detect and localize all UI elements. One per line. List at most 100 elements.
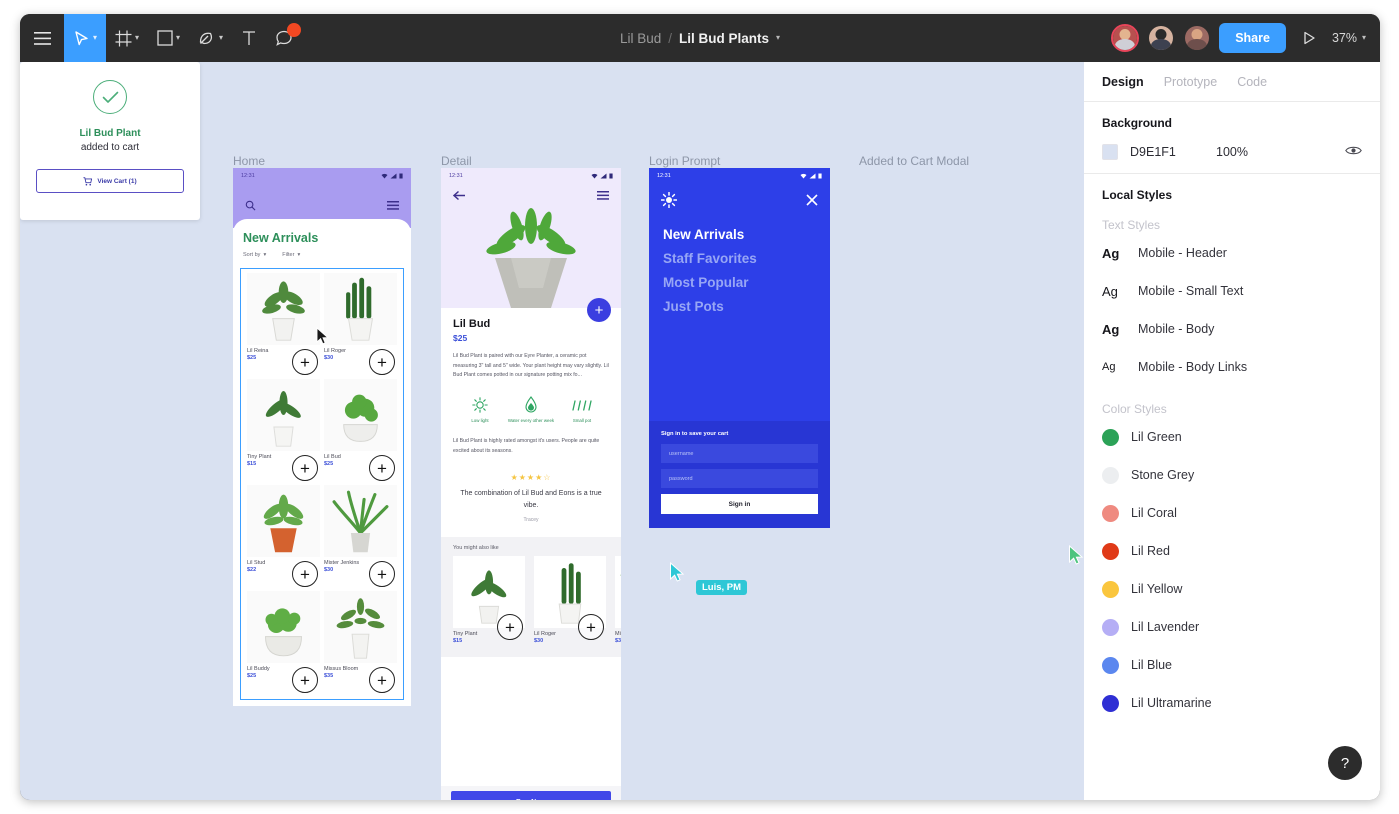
tab-prototype[interactable]: Prototype [1164, 75, 1218, 89]
related-product-card[interactable]: + Lil Roger $30 [534, 556, 606, 644]
sign-in-button[interactable]: Sign in [661, 494, 818, 514]
plant-illustration [343, 394, 378, 442]
product-card[interactable]: + Tiny Plant $15 [247, 379, 320, 485]
product-card[interactable]: + Mister Jenkins $30 [324, 485, 397, 591]
wifi-icon [381, 173, 388, 178]
detail-nav-row [441, 180, 621, 210]
menu-item-most-popular[interactable]: Most Popular [663, 275, 816, 290]
product-card[interactable]: + Lil Bud $25 [324, 379, 397, 485]
avatar-collaborator-1[interactable] [1111, 24, 1140, 52]
tab-code[interactable]: Code [1237, 75, 1267, 89]
text-style-mobile-body-links[interactable]: Ag Mobile - Body Links [1102, 348, 1362, 386]
sun-burst-logo-icon[interactable] [661, 192, 677, 208]
color-style-lil-blue[interactable]: Lil Blue [1102, 646, 1362, 684]
color-style-lil-red[interactable]: Lil Red [1102, 532, 1362, 570]
eye-icon[interactable] [1345, 143, 1362, 161]
color-style-label: Lil Yellow [1131, 582, 1183, 596]
color-style-label: Lil Lavender [1131, 620, 1200, 634]
home-filter-row: Sort by ▾ Filter ▾ [243, 252, 401, 258]
frame-added-to-cart-modal[interactable]: Lil Bud Plant added to cart View Cart (1… [20, 62, 200, 220]
add-to-cart-button[interactable]: + [292, 349, 318, 375]
add-to-cart-button[interactable]: + [292, 455, 318, 481]
menu-item-just-pots[interactable]: Just Pots [663, 299, 816, 314]
add-to-cart-button[interactable]: + [292, 667, 318, 693]
breadcrumb-project[interactable]: Lil Bud [620, 31, 661, 46]
color-style-lil-yellow[interactable]: Lil Yellow [1102, 570, 1362, 608]
tab-design[interactable]: Design [1102, 75, 1144, 89]
move-tool-button[interactable]: ▾ [64, 14, 107, 62]
text-style-mobile-body[interactable]: Ag Mobile - Body [1102, 310, 1362, 348]
frame-home[interactable]: 12:31 New Arrivals Sort by ▾ Filter ▾ + … [233, 168, 411, 706]
color-style-lil-coral[interactable]: Lil Coral [1102, 494, 1362, 532]
color-swatch [1102, 428, 1119, 446]
color-style-lil-lavender[interactable]: Lil Lavender [1102, 608, 1362, 646]
product-card[interactable]: + Lil Buddy $25 [247, 591, 320, 697]
arrow-left-icon[interactable] [453, 190, 466, 201]
breadcrumb-file[interactable]: Lil Bud Plants [679, 31, 769, 46]
username-input[interactable]: username [661, 444, 818, 463]
product-card[interactable]: + Missus Bloom $35 [324, 591, 397, 697]
frame-label-home[interactable]: Home [233, 154, 265, 168]
add-to-cart-button[interactable]: + [369, 561, 395, 587]
close-x-icon[interactable] [806, 194, 818, 206]
menu-item-new-arrivals[interactable]: New Arrivals [663, 227, 816, 242]
plant-illustration [332, 490, 389, 553]
add-to-cart-button[interactable]: + [292, 561, 318, 587]
background-heading: Background [1102, 116, 1173, 130]
hamburger-menu-icon[interactable] [597, 190, 609, 200]
main-menu-button[interactable] [20, 14, 64, 62]
color-style-lil-ultramarine[interactable]: Lil Ultramarine [1102, 684, 1362, 722]
feature-item: Small pot [557, 395, 607, 425]
password-input[interactable]: password [661, 469, 818, 488]
frame-detail[interactable]: 12:31 + Lil Bud $25 Lil Bud Plant is pai… [441, 168, 621, 800]
square-icon [157, 30, 173, 46]
chevron-down-icon: ▾ [263, 252, 267, 258]
background-hex-value[interactable]: D9E1F1 [1130, 145, 1216, 159]
frame-label-added-to-cart-modal[interactable]: Added to Cart Modal [859, 154, 969, 168]
chevron-down-icon[interactable]: ▾ [776, 34, 780, 42]
product-card[interactable]: + Lil Roger $30 [324, 273, 397, 379]
view-cart-button[interactable]: View Cart (1) [36, 169, 184, 193]
add-to-cart-button[interactable]: + [369, 455, 395, 481]
status-time: 12:31 [449, 172, 463, 179]
add-to-cart-button[interactable]: + [369, 667, 395, 693]
pen-tool-button[interactable]: ▾ [189, 14, 232, 62]
related-product-card[interactable]: + Mister Jenkins $30 [615, 556, 621, 644]
shape-tool-button[interactable]: ▾ [148, 14, 189, 62]
text-style-mobile-small-text[interactable]: Ag Mobile - Small Text [1102, 272, 1362, 310]
frame-tool-button[interactable]: ▾ [106, 14, 148, 62]
zoom-control[interactable]: 37% ▾ [1332, 31, 1370, 45]
frame-login-prompt[interactable]: 12:31 New Arrivals Staff Favorites Most … [649, 168, 830, 528]
detail-body: Lil Bud $25 Lil Bud Plant is paired with… [441, 308, 621, 523]
color-style-label: Lil Coral [1131, 506, 1177, 520]
shopping-cart-icon [83, 176, 93, 186]
related-product-card[interactable]: + Tiny Plant $15 [453, 556, 525, 644]
search-icon[interactable] [245, 200, 256, 211]
background-color-swatch[interactable] [1102, 144, 1118, 160]
text-styles-heading: Text Styles [1102, 218, 1161, 232]
avatar-collaborator-3[interactable] [1183, 24, 1212, 52]
hamburger-menu-icon[interactable] [387, 201, 399, 210]
product-card[interactable]: + Lil Stud $22 [247, 485, 320, 591]
frame-label-login-prompt[interactable]: Login Prompt [649, 154, 720, 168]
present-button[interactable] [1294, 31, 1324, 45]
add-to-cart-button[interactable]: + [369, 349, 395, 375]
text-style-label: Mobile - Header [1138, 246, 1227, 260]
comment-tool-button[interactable] [266, 14, 303, 62]
filter-dropdown[interactable]: Filter ▾ [282, 252, 300, 258]
menu-item-staff-favorites[interactable]: Staff Favorites [663, 251, 816, 266]
text-style-mobile-header[interactable]: Ag Mobile - Header [1102, 234, 1362, 272]
avatar-collaborator-2[interactable] [1147, 24, 1176, 52]
color-style-stone-grey[interactable]: Stone Grey [1102, 456, 1362, 494]
add-to-cart-fab[interactable]: + [587, 298, 611, 322]
share-button[interactable]: Share [1219, 23, 1286, 53]
sort-by-dropdown[interactable]: Sort by ▾ [243, 252, 266, 258]
background-opacity-value[interactable]: 100% [1216, 145, 1345, 159]
buy-now-button[interactable]: Buy Now [451, 791, 611, 800]
color-style-lil-green[interactable]: Lil Green [1102, 418, 1362, 456]
text-tool-button[interactable] [232, 14, 266, 62]
frame-label-detail[interactable]: Detail [441, 154, 472, 168]
product-card[interactable]: + Lil Reina $25 [247, 273, 320, 379]
design-canvas[interactable]: Home Detail Login Prompt Added to Cart M… [20, 62, 1084, 800]
help-button[interactable]: ? [1328, 746, 1362, 780]
